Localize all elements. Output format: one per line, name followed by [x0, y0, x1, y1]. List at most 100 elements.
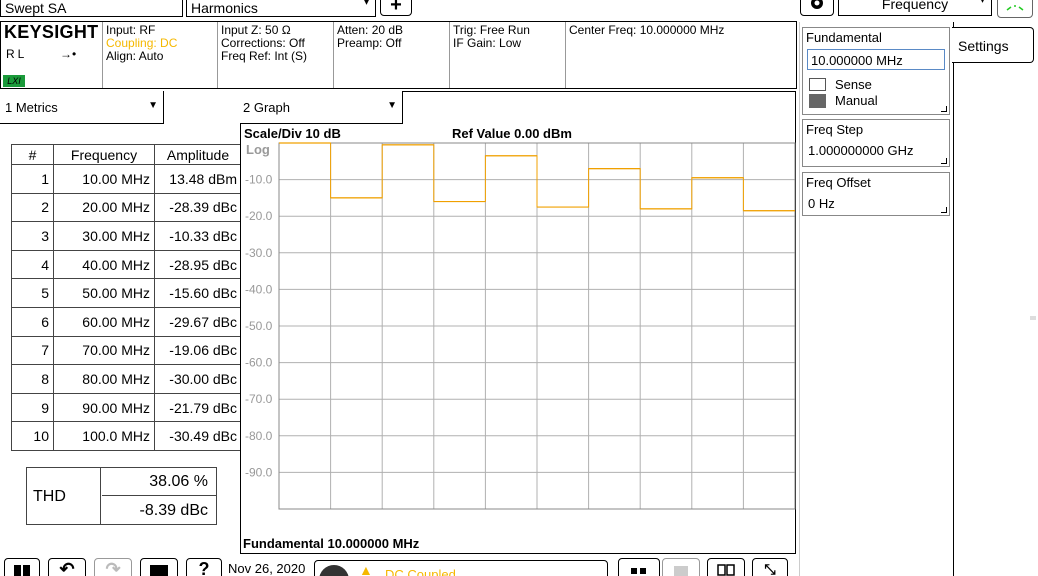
col-number-header: #: [11, 144, 54, 165]
y-tick-label: -20.0: [245, 209, 273, 223]
thd-table: THD 38.06 % -8.39 dBc: [26, 467, 217, 525]
harmonics-table: # Frequency Amplitude 1 10.00 MHz 13.48 dB…: [11, 144, 242, 451]
settings-gear-button[interactable]: [800, 0, 834, 16]
table-row: 4 40.00 MHz -28.95 dBc: [11, 249, 242, 280]
align-label: Align: Auto: [106, 49, 164, 63]
y-tick-label: -10.0: [245, 173, 273, 187]
tile-disabled-icon: [674, 566, 688, 576]
thd-dbc: -8.39 dBc: [139, 502, 208, 519]
folder-icon: [150, 565, 168, 576]
freq-offset-title: Freq Offset: [806, 175, 871, 190]
table-row: 7 70.00 MHz -19.06 dBc: [11, 335, 242, 366]
help-button[interactable]: ?: [186, 558, 222, 576]
tab-frequency-menu[interactable]: Frequency ▾: [838, 0, 992, 16]
split-view-button[interactable]: [707, 558, 745, 576]
window-layout-button[interactable]: [618, 558, 660, 576]
harmonic-amplitude-cell: -29.67 dBc: [154, 306, 242, 337]
manual-radio-icon: [809, 94, 826, 108]
redo-icon: ↷: [105, 558, 121, 576]
maximize-button[interactable]: ⤡: [752, 558, 788, 576]
status-bar[interactable]: ▲ DC Coupled: [314, 560, 608, 576]
tab-harmonics-label: Harmonics: [191, 0, 258, 16]
center-freq-label: Center Freq: 10.000000 MHz: [569, 23, 725, 37]
table-row: 2 20.00 MHz -28.39 dBc: [11, 192, 242, 223]
split-view-icon: [717, 564, 735, 576]
freq-step-value: 1.000000000 GHz: [808, 143, 914, 158]
table-row: 9 90.00 MHz -21.79 dBc: [11, 392, 242, 423]
right-scroll-marker: [1030, 316, 1036, 320]
fundamental-title: Fundamental: [806, 30, 882, 45]
y-tick-label: -80.0: [245, 429, 273, 443]
harmonic-frequency-cell: 10.00 MHz: [53, 164, 155, 194]
harmonics-graph[interactable]: -10.0 -20.0 -30.0 -40.0 -50.0 -60.0 -70.0 -80.0…: [240, 141, 796, 511]
fundamental-softkey[interactable]: Fundamental 10.000000 MHz Sense Manual: [802, 27, 950, 115]
rl-indicator: RL: [6, 47, 28, 61]
table-row: 1 10.00 MHz 13.48 dBm: [11, 164, 242, 194]
freq-offset-softkey[interactable]: Freq Offset 0 Hz: [802, 172, 950, 216]
signal-activity-icon: [1006, 5, 1024, 11]
brand-logo: KEYSIGHT: [4, 22, 99, 42]
metrics-window-selector-label: 1 Metrics: [5, 100, 58, 115]
redo-button[interactable]: ↷: [94, 558, 132, 576]
undo-icon: ↶: [59, 558, 75, 576]
harmonic-frequency-cell: 40.00 MHz: [53, 249, 155, 280]
col-frequency-header: Frequency: [53, 144, 155, 165]
harmonic-amplitude-cell: -28.39 dBc: [154, 192, 242, 223]
undo-button[interactable]: ↶: [48, 558, 86, 576]
harmonic-amplitude-cell: -28.95 dBc: [154, 249, 242, 280]
add-measurement-button[interactable]: +: [380, 0, 412, 16]
y-tick-label: -40.0: [245, 282, 273, 296]
harmonic-frequency-cell: 70.00 MHz: [53, 335, 155, 366]
harmonic-number-cell: 7: [11, 335, 54, 366]
harmonic-number-cell: 8: [11, 364, 54, 394]
file-button[interactable]: [140, 558, 178, 576]
tab-harmonics[interactable]: Harmonics ▾: [186, 0, 376, 17]
layout-icon: [631, 568, 646, 574]
chevron-down-icon: ▾: [363, 0, 369, 8]
harmonic-amplitude-cell: -19.06 dBc: [154, 335, 242, 366]
windows-start-button[interactable]: [4, 558, 40, 576]
chevron-down-icon: ▼: [387, 100, 397, 111]
y-tick-label: -70.0: [245, 392, 273, 406]
plus-icon: +: [390, 0, 402, 16]
col-amplitude-header: Amplitude: [154, 144, 242, 165]
chevron-down-icon: ▾: [979, 0, 985, 6]
harmonic-amplitude-cell: -21.79 dBc: [154, 392, 242, 423]
harmonic-number-cell: 10: [11, 421, 54, 451]
ref-value-label: Ref Value 0.00 dBm: [452, 126, 572, 141]
disabled-tile-button[interactable]: [662, 558, 700, 576]
input-arrow-icon: →•: [60, 47, 77, 61]
freq-ref-label: Freq Ref: Int (S): [221, 49, 308, 63]
harmonic-number-cell: 3: [11, 221, 54, 251]
graph-window-selector[interactable]: 2 Graph ▼: [240, 91, 403, 124]
tab-settings[interactable]: Settings: [952, 27, 1034, 63]
freq-step-softkey[interactable]: Freq Step 1.000000000 GHz: [802, 119, 950, 167]
graph-window-selector-label: 2 Graph: [243, 100, 290, 115]
harmonic-frequency-cell: 60.00 MHz: [53, 306, 155, 337]
windows-icon: [14, 565, 30, 576]
chevron-down-icon: ▼: [148, 100, 158, 111]
preamp-label: Preamp: Off: [337, 36, 402, 50]
expand-arrows-icon: ⤡: [764, 560, 776, 576]
date-label: Nov 26, 2020: [228, 561, 306, 576]
header-trig-cell: Trig: Free Run IF Gain: Low: [450, 22, 566, 88]
if-gain-label: IF Gain: Low: [453, 36, 522, 50]
fundamental-input[interactable]: 10.000000 MHz: [807, 49, 945, 70]
freq-offset-value: 0 Hz: [808, 196, 835, 211]
sense-label: Sense: [835, 77, 872, 92]
help-icon: ?: [198, 558, 210, 576]
table-row: 8 80.00 MHz -30.00 dBc: [11, 364, 242, 394]
table-row: 5 50.00 MHz -15.60 dBc: [11, 278, 242, 308]
signal-status-button[interactable]: [997, 0, 1033, 18]
tab-swept-sa[interactable]: Swept SA: [0, 0, 183, 17]
softkey-corner-icon: [941, 158, 947, 164]
harmonic-number-cell: 9: [11, 392, 54, 423]
metrics-window-selector[interactable]: 1 Metrics ▼: [0, 91, 164, 124]
tab-frequency-label: Frequency: [881, 0, 949, 12]
harmonic-amplitude-cell: -15.60 dBc: [154, 278, 242, 308]
thd-percent: 38.06 %: [102, 468, 216, 496]
gear-icon: [811, 0, 823, 9]
manual-label: Manual: [835, 93, 878, 108]
harmonic-frequency-cell: 100.0 MHz: [53, 421, 155, 451]
table-row: 3 30.00 MHz -10.33 dBc: [11, 221, 242, 251]
